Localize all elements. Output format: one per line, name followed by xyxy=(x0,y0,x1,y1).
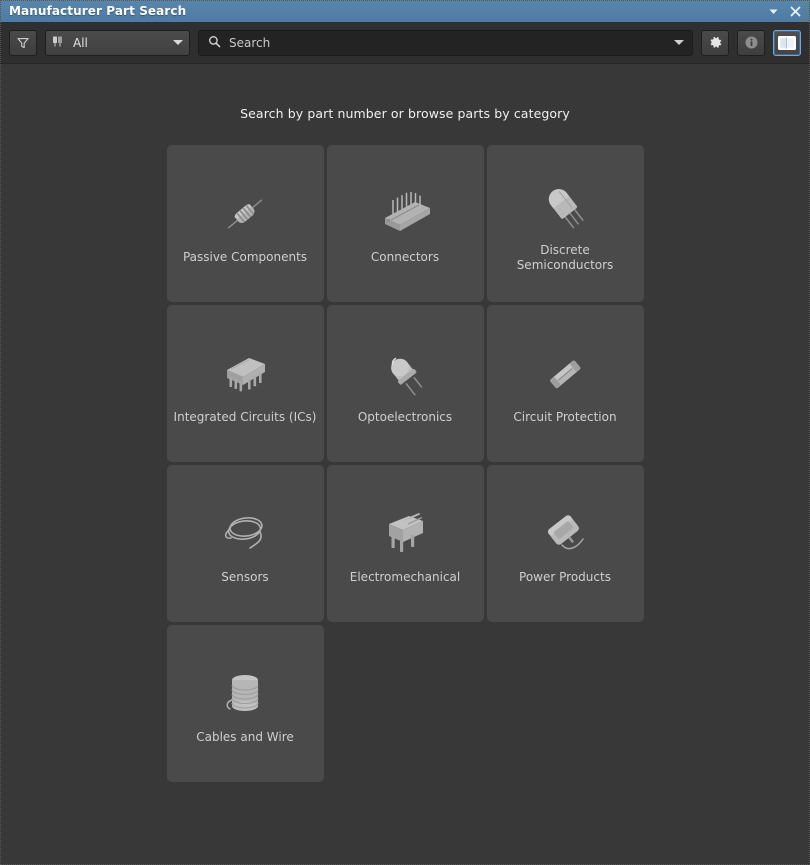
manufacturer-part-search-window: Manufacturer Part Search xyxy=(0,0,810,865)
category-tile-label: Connectors xyxy=(365,250,445,264)
close-icon[interactable] xyxy=(790,6,801,17)
search-history-chevron-icon[interactable] xyxy=(674,40,684,45)
category-tile-label: Cables and Wire xyxy=(190,730,300,744)
category-tile-label: Passive Components xyxy=(177,250,313,264)
category-tile-cables-and-wire[interactable]: Cables and Wire xyxy=(167,625,324,782)
category-tile-circuit-protection[interactable]: Circuit Protection xyxy=(487,305,644,462)
power-adapter-icon xyxy=(535,502,595,566)
category-tile-connectors[interactable]: Connectors xyxy=(327,145,484,302)
content-area: Search by part number or browse parts by… xyxy=(0,64,810,865)
window-title: Manufacturer Part Search xyxy=(9,4,768,18)
category-tile-electromechanical[interactable]: Electromechanical xyxy=(327,465,484,622)
page-hint: Search by part number or browse parts by… xyxy=(0,64,810,121)
filter-button[interactable] xyxy=(9,30,37,56)
category-tile-discrete-semiconductors[interactable]: Discrete Semiconductors xyxy=(487,145,644,302)
scope-dropdown-value: All xyxy=(73,36,167,50)
chevron-down-icon xyxy=(173,40,183,45)
wire-spool-icon xyxy=(217,662,273,726)
connector-icon xyxy=(375,182,435,246)
component-icon xyxy=(52,33,67,52)
scope-dropdown[interactable]: All xyxy=(45,30,190,56)
fuse-icon xyxy=(537,342,593,406)
window-title-bar: Manufacturer Part Search xyxy=(0,0,810,22)
info-button[interactable] xyxy=(737,30,765,56)
funnel-filter-icon xyxy=(16,36,30,50)
resistor-icon xyxy=(217,182,273,246)
category-tile-label: Discrete Semiconductors xyxy=(487,243,644,272)
category-tile-optoelectronics[interactable]: Optoelectronics xyxy=(327,305,484,462)
category-tile-integrated-circuits[interactable]: Integrated Circuits (ICs) xyxy=(167,305,324,462)
transistor-icon xyxy=(537,175,593,239)
toolbar: All xyxy=(0,22,810,64)
ic-chip-icon xyxy=(215,342,275,406)
category-grid: Passive Components xyxy=(167,145,644,782)
panel-split-icon xyxy=(778,36,796,50)
category-tile-label: Sensors xyxy=(215,570,274,584)
search-input[interactable] xyxy=(229,36,666,50)
search-icon xyxy=(208,33,221,52)
settings-button[interactable] xyxy=(701,30,729,56)
category-tile-passive-components[interactable]: Passive Components xyxy=(167,145,324,302)
relay-switch-icon xyxy=(375,502,435,566)
category-tile-label: Optoelectronics xyxy=(352,410,458,424)
info-icon xyxy=(744,35,759,50)
sensor-coil-icon xyxy=(215,502,275,566)
category-tile-label: Integrated Circuits (ICs) xyxy=(168,410,323,424)
panel-toggle-button[interactable] xyxy=(773,30,801,56)
window-controls xyxy=(768,6,804,17)
gear-icon xyxy=(708,35,723,50)
search-field[interactable] xyxy=(198,30,693,56)
chevron-down-icon[interactable] xyxy=(768,6,779,17)
category-tile-label: Power Products xyxy=(513,570,617,584)
category-tile-sensors[interactable]: Sensors xyxy=(167,465,324,622)
category-tile-label: Electromechanical xyxy=(344,570,466,584)
category-tile-power-products[interactable]: Power Products xyxy=(487,465,644,622)
category-tile-label: Circuit Protection xyxy=(507,410,622,424)
led-icon xyxy=(377,342,433,406)
